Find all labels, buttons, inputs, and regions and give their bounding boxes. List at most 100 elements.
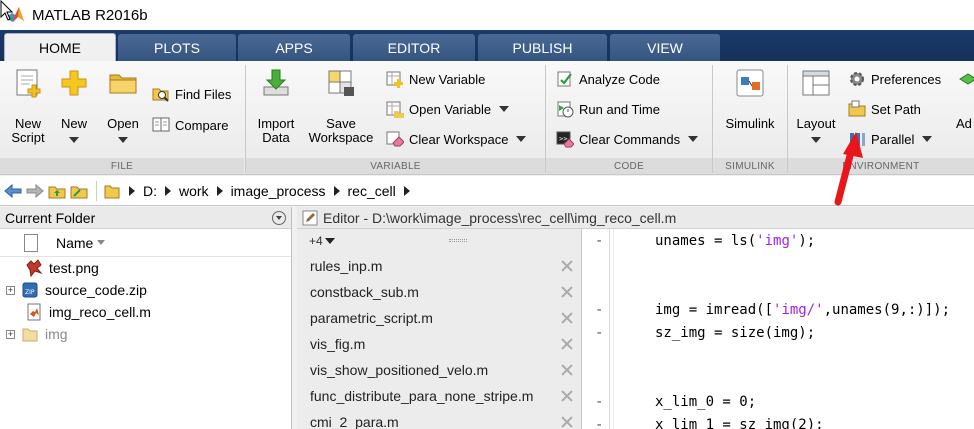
breakpoint-dash[interactable]: - [595,302,603,318]
new-variable-button[interactable]: New Variable [386,68,485,90]
code-line[interactable]: - img = imread(['img/',unames(9,:)]); [583,298,974,321]
new-script-icon [12,67,44,99]
chevron-down-icon [688,136,699,142]
set-path-label: Set Path [871,101,921,117]
document-name: vis_show_positioned_velo.m [310,362,489,378]
expand-plus-icon[interactable]: + [6,285,15,295]
find-files-icon [152,85,170,103]
folder-item-img-reco-cell-m[interactable]: img_reco_cell.m [0,301,291,323]
open-folder-icon [107,67,139,99]
find-files-button[interactable]: Find Files [152,83,231,105]
ribbon-tab-strip: HOME PLOTS APPS EDITOR PUBLISH VIEW [0,30,974,61]
document-tab[interactable]: func_distribute_para_none_stripe.m [297,383,581,409]
close-icon[interactable] [561,364,573,376]
new-script-label: New Script [11,116,45,145]
code-line[interactable] [583,367,974,390]
close-icon[interactable] [561,390,573,402]
tab-publish[interactable]: PUBLISH [478,34,607,61]
expand-plus-icon[interactable]: + [6,329,15,339]
document-tab[interactable]: rules_inp.m [297,253,581,279]
browse-folder-icon[interactable] [70,182,88,200]
run-and-time-button[interactable]: Run and Time [556,98,660,120]
folder-item-test-png[interactable]: test.png [0,257,291,279]
tab-view[interactable]: VIEW [610,34,720,61]
breadcrumb-work-label: work [179,182,209,199]
tab-plots[interactable]: PLOTS [118,34,236,61]
breakpoint-dash[interactable]: - [595,417,603,429]
code-line[interactable]: - sz_img = size(img); [583,321,974,344]
code-line[interactable]: - x_lim_0 = 0; [583,390,974,413]
run-and-time-icon [556,100,574,118]
set-path-button[interactable]: Set Path [848,98,921,120]
new-button[interactable]: New [56,67,92,143]
folder-item-img[interactable]: + img [0,323,291,345]
breadcrumb-more[interactable] [403,185,418,196]
open-button[interactable]: Open [104,67,142,143]
chevron-down-icon [118,137,128,143]
current-folder-panel: Current Folder Name test.png + ZIP sourc… [0,207,292,429]
breadcrumb-image-process[interactable]: image_process [216,183,326,199]
open-variable-button[interactable]: Open Variable [386,98,510,120]
clear-workspace-button[interactable]: Clear Workspace [386,128,527,150]
document-list: +4 rules_inp.m constback_sub.m parametri… [297,229,582,429]
more-documents-button[interactable]: +4 [297,229,581,253]
breakpoint-dash[interactable]: - [595,394,603,410]
document-name: func_distribute_para_none_stripe.m [310,388,534,404]
name-column-header[interactable]: Name [0,229,291,257]
breadcrumb-work[interactable]: work [165,183,209,199]
document-tab[interactable]: cmi_2_para.m [297,409,581,429]
clear-commands-icon: >> [556,130,575,148]
breakpoint-dash[interactable]: - [595,233,603,249]
tab-home[interactable]: HOME [4,33,116,61]
document-tab[interactable]: vis_fig.m [297,331,581,357]
clear-commands-button[interactable]: >> Clear Commands [556,128,699,150]
code-line[interactable] [583,344,974,367]
new-label: New [60,116,87,131]
up-folder-icon[interactable] [48,182,66,200]
code-line[interactable] [583,252,974,275]
compare-icon [152,116,170,134]
code-line[interactable]: - x_lim_1 = sz_img(2); [583,413,974,429]
code-area[interactable]: - unames = ls('img'); - img = imread(['img/… [583,229,974,429]
document-name: rules_inp.m [310,258,383,274]
breadcrumb-drive[interactable]: D: [129,183,157,199]
close-icon[interactable] [561,286,573,298]
code-line[interactable] [583,275,974,298]
import-data-button[interactable]: Import Data [255,67,297,145]
breadcrumb-arrow-icon [216,185,223,196]
compare-button[interactable]: Compare [152,114,228,136]
new-script-button[interactable]: New Script [6,67,50,145]
document-tab[interactable]: vis_show_positioned_velo.m [297,357,581,383]
save-workspace-button[interactable]: Save Workspace [305,67,377,145]
analyze-code-button[interactable]: Analyze Code [556,68,660,90]
add-ons-button[interactable]: Ad [956,67,974,131]
run-and-time-label: Run and Time [579,101,660,117]
variable-section-label: VARIABLE [246,158,545,174]
simulink-section-label: SIMULINK [713,158,787,174]
tab-editor[interactable]: EDITOR [353,34,475,61]
simulink-icon [734,67,766,99]
tab-apps[interactable]: APPS [238,34,350,61]
forward-arrow-icon[interactable] [26,182,44,200]
drag-handle-icon[interactable] [449,239,467,242]
panel-menu-icon[interactable] [272,210,286,225]
document-tab[interactable]: constback_sub.m [297,279,581,305]
breadcrumb-rec-cell[interactable]: rec_cell [333,183,396,199]
save-workspace-icon [325,67,357,99]
close-icon[interactable] [561,312,573,324]
preferences-button[interactable]: Preferences [848,68,941,90]
breakpoint-dash[interactable]: - [595,325,603,341]
layout-icon [800,67,832,99]
close-icon[interactable] [561,416,573,428]
folder-item-name: test.png [49,260,99,276]
more-documents-label: +4 [309,234,323,248]
simulink-button[interactable]: Simulink [722,67,778,131]
close-icon[interactable] [561,260,573,272]
code-line[interactable]: - unames = ls('img'); [583,229,974,252]
analyze-code-label: Analyze Code [579,71,660,87]
document-tab[interactable]: parametric_script.m [297,305,581,331]
close-icon[interactable] [561,338,573,350]
breadcrumb-arrow-icon [403,185,410,196]
folder-item-source-code-zip[interactable]: + ZIP source_code.zip [0,279,291,301]
back-arrow-icon[interactable] [4,182,22,200]
